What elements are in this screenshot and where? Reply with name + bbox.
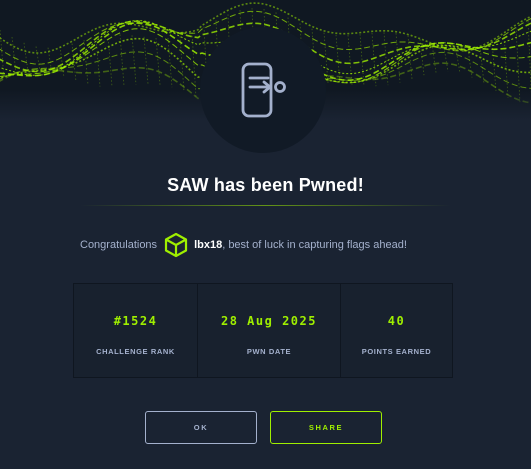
stat-challenge-rank: #1524 CHALLENGE RANK (74, 284, 197, 377)
modal-title: SAW has been Pwned! (167, 175, 364, 195)
share-button[interactable]: SHARE (270, 411, 382, 444)
title-divider (80, 205, 451, 206)
pwn-date-value: 28 Aug 2025 (221, 314, 317, 328)
username[interactable]: lbx18 (194, 239, 222, 251)
ok-button[interactable]: OK (145, 411, 257, 444)
challenge-rank-value: #1524 (113, 314, 158, 328)
points-earned-label: POINTS EARNED (361, 347, 432, 356)
congrats-suffix: , best of luck in capturing flags ahead! (222, 239, 407, 251)
pwn-date-label: PWN DATE (246, 347, 292, 356)
hero-icon-circle (200, 27, 326, 153)
points-earned-value: 40 (387, 314, 406, 328)
stat-points-earned: 40 POINTS EARNED (340, 284, 452, 377)
congrats-prefix: Congratulations (80, 239, 158, 251)
cube-icon (164, 232, 188, 258)
exit-door-icon (241, 62, 286, 118)
stats-panel: #1524 CHALLENGE RANK 28 Aug 2025 PWN DAT… (73, 283, 453, 378)
stat-pwn-date: 28 Aug 2025 PWN DATE (197, 284, 340, 377)
challenge-rank-label: CHALLENGE RANK (96, 347, 175, 356)
congrats-message: Congratulations lbx18 , best of luck in … (80, 231, 407, 259)
